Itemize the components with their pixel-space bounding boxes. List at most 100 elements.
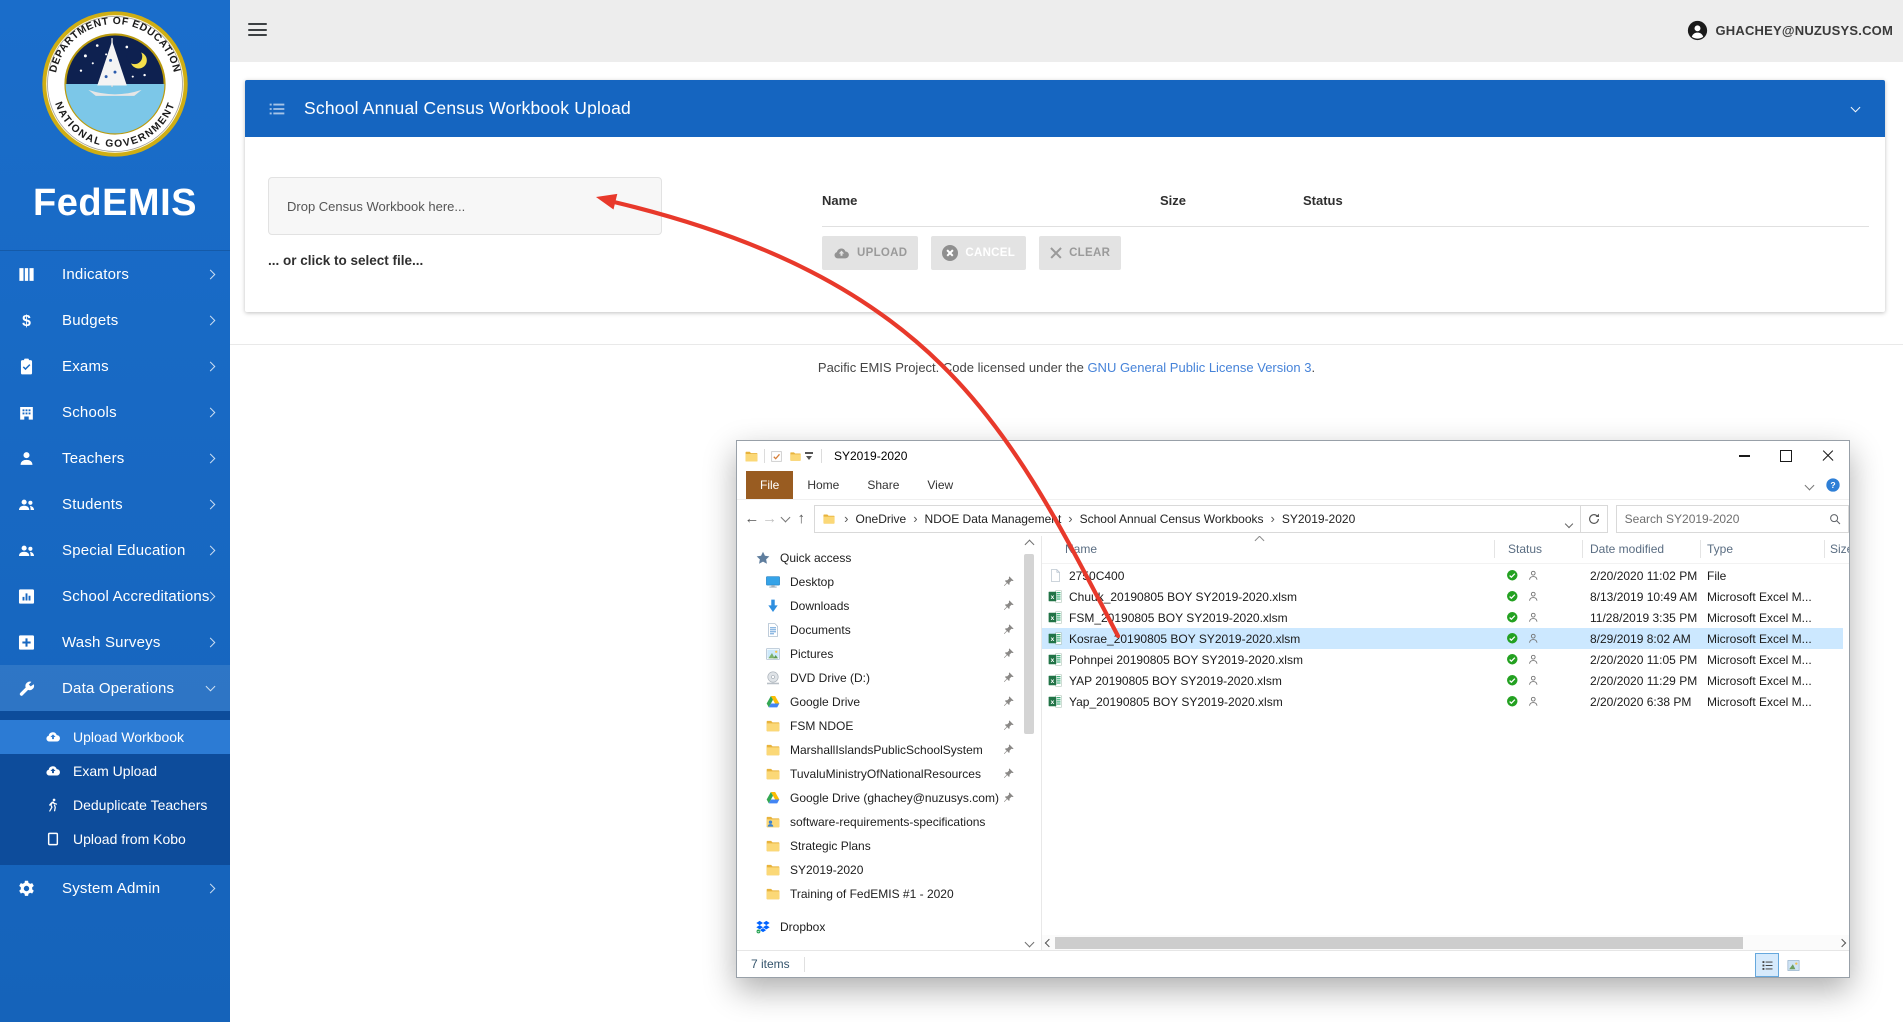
minimize-button[interactable] [1723,441,1765,471]
nav-item-dropbox[interactable]: Dropbox [737,915,1041,939]
nav-item-google-drive[interactable]: Google Drive [737,690,1041,714]
tab-file[interactable]: File [746,471,794,499]
folder-icon[interactable] [789,450,802,463]
nav-item-training-fedemis[interactable]: Training of FedEMIS #1 - 2020 [737,882,1041,906]
synced-check-icon [1506,611,1519,624]
sidebar-item-wash-surveys[interactable]: Wash Surveys [0,619,230,665]
column-type[interactable]: Type [1707,542,1733,556]
column-name[interactable]: Name [1065,542,1097,556]
building-icon [17,403,36,422]
forward-button[interactable]: → [761,510,779,527]
horizontal-scrollbar[interactable] [1042,935,1849,951]
scrollbar-thumb[interactable] [1055,937,1743,949]
help-icon[interactable] [1825,477,1841,493]
submenu-item-deduplicate-teachers[interactable]: Deduplicate Teachers [0,788,230,822]
shared-person-icon [1527,569,1540,582]
collapse-chevron-icon[interactable] [1850,102,1861,113]
tab-share[interactable]: Share [853,471,913,499]
nav-item-tuvalu-ministry[interactable]: TuvaluMinistryOfNationalResources [737,762,1041,786]
upload-actions: UPLOAD CANCEL CLEAR [822,236,1122,270]
user-menu[interactable]: GHACHEY@NUZUSYS.COM [1687,20,1893,41]
cancel-button[interactable]: CANCEL [931,236,1027,270]
chevron-right-icon [205,361,216,372]
chevron-right-icon [205,499,216,510]
submenu-item-exam-upload[interactable]: Exam Upload [0,754,230,788]
sidebar-item-budgets[interactable]: Budgets [0,297,230,343]
address-field[interactable]: › OneDrive › NDOE Data Management › Scho… [814,504,1581,533]
maximize-button[interactable] [1765,441,1807,471]
census-workbook-dropzone[interactable]: Drop Census Workbook here... [268,177,662,235]
file-row[interactable]: FSM_20190805 BOY SY2019-2020.xlsm 11/28/… [1042,607,1849,628]
tab-view[interactable]: View [913,471,967,499]
details-view-button[interactable] [1755,953,1779,977]
department-of-education-seal: DEPARTMENT OF EDUCATION NATIONAL GOVERNM… [42,11,188,157]
upload-panel-header[interactable]: School Annual Census Workbook Upload [245,80,1885,137]
sidebar-item-data-operations[interactable]: Data Operations [0,665,230,711]
nav-item-marshall-islands[interactable]: MarshallIslandsPublicSchoolSystem [737,738,1041,762]
sidebar-item-school-accreditations[interactable]: School Accreditations [0,573,230,619]
nav-item-pictures[interactable]: Pictures [737,642,1041,666]
thumbnails-view-icon [1786,958,1801,973]
back-button[interactable]: ← [743,510,761,527]
scroll-left-icon[interactable] [1044,938,1054,948]
scroll-up-icon[interactable] [1024,539,1035,550]
file-row[interactable]: 2750C400 2/20/2020 11:02 PM File [1042,565,1849,586]
nav-scrollbar[interactable] [1022,536,1037,951]
nav-item-strategic-plans[interactable]: Strategic Plans [737,834,1041,858]
sidebar-item-schools[interactable]: Schools [0,389,230,435]
column-size[interactable]: Size [1830,542,1849,556]
file-row[interactable]: YAP 20190805 BOY SY2019-2020.xlsm 2/20/2… [1042,670,1849,691]
file-row[interactable]: Yap_20190805 BOY SY2019-2020.xlsm 2/20/2… [1042,691,1849,712]
nav-item-dvd-drive[interactable]: DVD Drive (D:) [737,666,1041,690]
gnu-license-link[interactable]: GNU General Public License Version 3 [1087,360,1311,375]
scroll-right-icon[interactable] [1837,938,1847,948]
quick-access-check-icon[interactable] [770,450,783,463]
file-row-selected[interactable]: Kosrae_20190805 BOY SY2019-2020.xlsm 8/2… [1042,628,1843,649]
customize-toolbar-icon[interactable] [805,452,813,460]
sidebar-item-system-admin[interactable]: System Admin [0,865,230,911]
nav-item-software-requirements[interactable]: software-requirements-specifications [737,810,1041,834]
scroll-down-icon[interactable] [1024,937,1035,948]
nav-item-documents[interactable]: Documents [737,618,1041,642]
star-icon [755,550,771,566]
refresh-button[interactable] [1580,504,1608,533]
nav-item-quick-access[interactable]: Quick access [737,546,1041,570]
thumbnails-view-button[interactable] [1781,953,1805,977]
breadcrumb-ndoe-data-management[interactable]: NDOE Data Management [923,512,1064,526]
address-dropdown-icon[interactable] [1564,516,1574,530]
file-row[interactable]: Pohnpei 20190805 BOY SY2019-2020.xlsm 2/… [1042,649,1849,670]
expand-ribbon-icon[interactable] [1804,480,1815,490]
breadcrumb-sy2019-2020[interactable]: SY2019-2020 [1280,512,1357,526]
sidebar-item-indicators[interactable]: Indicators [0,251,230,297]
column-status[interactable]: Status [1508,542,1542,556]
sidebar-item-exams[interactable]: Exams [0,343,230,389]
search-box[interactable] [1615,504,1849,533]
details-view-icon [1760,958,1775,973]
sidebar-item-students[interactable]: Students [0,481,230,527]
scrollbar-thumb[interactable] [1024,554,1034,734]
clear-button[interactable]: CLEAR [1039,236,1122,270]
upload-button[interactable]: UPLOAD [822,236,919,270]
nav-item-sy2019-2020[interactable]: SY2019-2020 [737,858,1041,882]
breadcrumb-onedrive[interactable]: OneDrive [854,512,909,526]
nav-item-desktop[interactable]: Desktop [737,570,1041,594]
sidebar-item-special-education[interactable]: Special Education [0,527,230,573]
submenu-item-upload-workbook[interactable]: Upload Workbook [0,720,230,754]
submenu-item-upload-from-kobo[interactable]: Upload from Kobo [0,822,230,856]
breadcrumb-chevron: › [844,511,849,526]
column-date-modified[interactable]: Date modified [1590,542,1664,556]
nav-item-downloads[interactable]: Downloads [737,594,1041,618]
nav-item-google-drive-ghachey[interactable]: Google Drive (ghachey@nuzusys.com) [737,786,1041,810]
recent-locations-icon[interactable] [779,512,793,524]
nav-item-fsm-ndoe[interactable]: FSM NDOE [737,714,1041,738]
hamburger-menu-button[interactable] [248,23,267,38]
explorer-title-bar[interactable]: SY2019-2020 [737,441,1849,471]
close-button[interactable] [1807,441,1849,471]
up-button[interactable]: ↑ [792,510,810,527]
breadcrumb-school-annual-census-workbooks[interactable]: School Annual Census Workbooks [1078,512,1266,526]
file-row[interactable]: Chuuk_20190805 BOY SY2019-2020.xlsm 8/13… [1042,586,1849,607]
tab-home[interactable]: Home [793,471,853,499]
search-input[interactable] [1622,510,1828,527]
sidebar-item-teachers[interactable]: Teachers [0,435,230,481]
pin-icon [1002,671,1015,684]
